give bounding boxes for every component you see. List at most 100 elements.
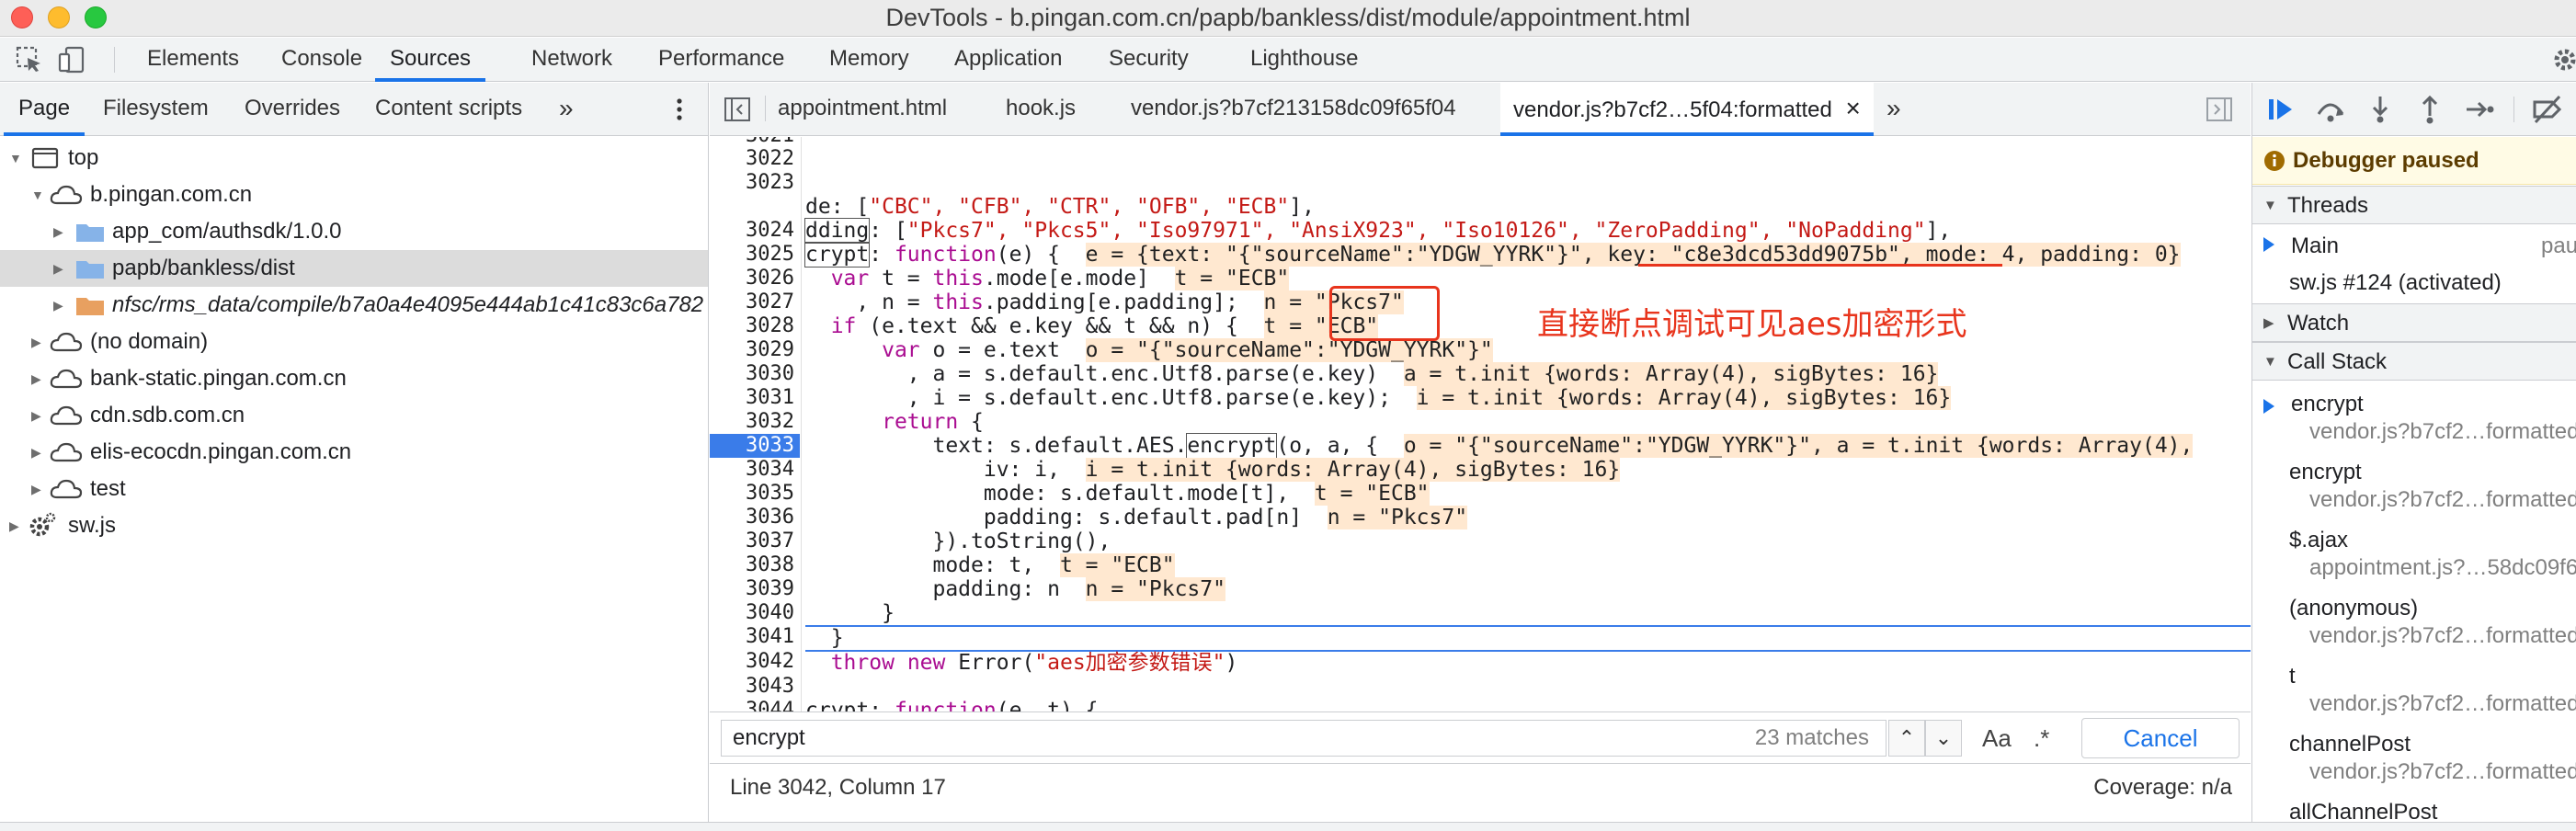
call-frame[interactable]: encrypt vendor.js?b7cf2…formatted (2252, 460, 2576, 526)
code-text: padding: n n = "Pkcs7" (805, 577, 1225, 601)
step-out-icon[interactable] (2414, 94, 2445, 125)
collapsed-triangle-icon: ▶ (31, 371, 41, 386)
file-tab-vendor-js[interactable]: vendor.js?b7cf213158dc09f65f04 (1131, 83, 1456, 136)
tree-item-folder[interactable]: ▶ app_com/authsdk/1.0.0 (0, 213, 708, 250)
search-input[interactable]: encrypt 23 matches (721, 720, 1886, 757)
expanded-triangle-icon: ▼ (2263, 354, 2277, 370)
tree-item-label: elis-ecocdn.pingan.com.cn (90, 439, 352, 464)
coverage-status[interactable]: Coverage: n/a (2093, 775, 2232, 801)
more-options-icon[interactable] (666, 96, 693, 123)
cloud-icon (50, 185, 83, 205)
tab-lighthouse[interactable]: Lighthouse (1250, 38, 1358, 82)
thread-name: Main (2291, 233, 2340, 258)
next-match-chevron-down-icon[interactable]: ⌄ (1925, 720, 1962, 757)
resume-icon[interactable] (2265, 94, 2297, 125)
code-text: mode: s.default.mode[t], t = "ECB" (805, 482, 1430, 506)
code-line: 3029 if (e.text && e.key && t && n) { t … (710, 314, 2251, 361)
file-tab-hook-js[interactable]: hook.js (1006, 83, 1076, 136)
match-case-button[interactable]: Aa (1982, 720, 2012, 757)
navigator-tab-bar: Page Filesystem Overrides Content script… (0, 83, 708, 136)
device-toolbar-icon[interactable] (57, 45, 86, 74)
tree-item-label: bank-static.pingan.com.cn (90, 366, 347, 391)
cloud-icon (50, 332, 83, 352)
more-tabs-chevron-icon[interactable]: » (559, 83, 574, 136)
code-line: 3035 iv: i, i = t.init {words: Array(4),… (710, 458, 2251, 505)
tree-item-domain[interactable]: ▶ cdn.sdb.com.cn (0, 397, 708, 434)
thread-item-service-worker[interactable]: sw.js #124 (activated) (2252, 263, 2576, 300)
tab-application[interactable]: Application (954, 38, 1062, 82)
code-text: de: ["CBC", "CFB", "CTR", "OFB", "ECB"], (805, 195, 1315, 219)
tab-security[interactable]: Security (1109, 38, 1189, 82)
tab-elements[interactable]: Elements (147, 38, 239, 82)
toggle-debugger-icon[interactable] (2206, 97, 2232, 121)
code-line: 3034 text: s.default.AES.encrypt(o, a, {… (710, 433, 2251, 481)
code-text: }).toString(), (805, 529, 1111, 553)
previous-match-chevron-up-icon[interactable]: ⌃ (1888, 720, 1925, 757)
step-into-icon[interactable] (2365, 94, 2396, 125)
tree-item-label: nfsc/rms_data/compile/b7a0a4e4095e444ab1… (112, 292, 704, 317)
code-line: 3036 mode: s.default.mode[t], t = "ECB" (710, 482, 2251, 529)
tree-item-domain[interactable]: ▶ elis-ecocdn.pingan.com.cn (0, 434, 708, 471)
call-frame[interactable]: (anonymous) vendor.js?b7cf2…formatted (2252, 596, 2576, 662)
cloud-icon (50, 369, 83, 389)
toggle-navigator-icon[interactable] (724, 97, 750, 121)
code-line: 3031 , a = s.default.enc.Utf8.parse(e.ke… (710, 362, 2251, 409)
section-label: Call Stack (2287, 349, 2388, 374)
collapsed-triangle-icon: ▶ (53, 298, 63, 313)
code-text: , n = this.padding[e.padding]; n = "Pkcs… (805, 290, 1404, 314)
inspect-element-icon[interactable] (15, 45, 44, 74)
code-line: 3037 padding: s.default.pad[n] n = "Pkcs… (710, 506, 2251, 552)
code-text: , i = s.default.enc.Utf8.parse(e.key); i… (805, 386, 1952, 410)
thread-item-main[interactable]: Main pau (2252, 226, 2576, 263)
file-tab-bar: appointment.html hook.js vendor.js?b7cf2… (710, 83, 2251, 136)
file-tab-vendor-formatted[interactable]: vendor.js?b7cf2…5f04:formatted × (1500, 83, 1874, 136)
cloud-icon (50, 442, 83, 462)
tab-console[interactable]: Console (281, 38, 362, 82)
tree-item-domain[interactable]: ▶ test (0, 471, 708, 507)
call-frame[interactable]: $.ajax appointment.js?…58dc09f6 (2252, 528, 2576, 594)
file-tab-appointment-html[interactable]: appointment.html (778, 83, 947, 136)
tab-sources[interactable]: Sources (375, 38, 486, 82)
tab-overrides[interactable]: Overrides (245, 83, 340, 136)
cancel-search-button[interactable]: Cancel (2081, 718, 2240, 758)
tree-item-folder[interactable]: ▶ nfsc/rms_data/compile/b7a0a4e4095e444a… (0, 287, 708, 324)
line-number[interactable]: 3023 (710, 171, 794, 195)
call-frame[interactable]: channelPost vendor.js?b7cf2…formatted (2252, 732, 2576, 798)
step-icon[interactable] (2464, 94, 2495, 125)
status-bar: Line 3042, Column 17 Coverage: n/a (710, 763, 2251, 822)
section-label: Watch (2287, 311, 2350, 336)
call-stack-section-header[interactable]: ▼ Call Stack (2252, 342, 2576, 381)
tab-content-scripts[interactable]: Content scripts (375, 83, 522, 136)
regex-button[interactable]: .* (2034, 720, 2049, 757)
code-text: padding: s.default.pad[n] n = "Pkcs7" (805, 506, 1468, 529)
tab-performance[interactable]: Performance (658, 38, 784, 82)
code-line: 3039 mode: t, t = "ECB" (710, 553, 2251, 600)
tab-page[interactable]: Page (4, 83, 85, 136)
threads-section-header[interactable]: ▼ Threads (2252, 186, 2576, 224)
deactivate-breakpoints-icon[interactable] (2532, 94, 2563, 125)
code-text: var t = this.mode[e.mode] t = "ECB" (830, 267, 1290, 290)
tree-item-top[interactable]: ▼ top (0, 140, 708, 176)
step-over-icon[interactable] (2315, 94, 2346, 125)
settings-gear-icon[interactable] (2550, 45, 2576, 74)
code-line: 3024 de: ["CBC", "CFB", "CTR", "OFB", "E… (710, 195, 2251, 242)
tree-item-domain[interactable]: ▼ b.pingan.com.cn (0, 176, 708, 213)
call-frame[interactable]: allChannelPost (2252, 800, 2576, 822)
call-frame[interactable]: t vendor.js?b7cf2…formatted (2252, 664, 2576, 730)
tree-item-service-worker[interactable]: ▶ sw.js (0, 507, 708, 544)
call-frame-current[interactable]: encrypt vendor.js?b7cf2…formatted (2252, 392, 2576, 458)
tree-item-folder-selected[interactable]: ▶ papb/bankless/dist (0, 250, 708, 287)
tab-filesystem[interactable]: Filesystem (103, 83, 209, 136)
editor-panel: appointment.html hook.js vendor.js?b7cf2… (710, 83, 2251, 822)
watch-section-header[interactable]: ▶ Watch (2252, 303, 2576, 342)
debugger-sidebar: Debugger paused ▼ Threads Main pau sw.js… (2251, 83, 2576, 822)
tab-memory[interactable]: Memory (829, 38, 909, 82)
tree-item-domain[interactable]: ▶ (no domain) (0, 324, 708, 360)
line-number[interactable]: 3022 (710, 147, 794, 171)
more-tabs-chevron-icon[interactable]: » (1886, 83, 1901, 136)
code-area[interactable]: 3021 3022 3023 3024 de: ["CBC", "CFB", "… (710, 137, 2251, 793)
tree-item-domain[interactable]: ▶ bank-static.pingan.com.cn (0, 360, 708, 397)
inline-value: o = "{"sourceName":"YDGW_YYRK"}" (1085, 338, 1493, 362)
tab-network[interactable]: Network (531, 38, 612, 82)
close-tab-icon[interactable]: × (1846, 94, 1861, 122)
